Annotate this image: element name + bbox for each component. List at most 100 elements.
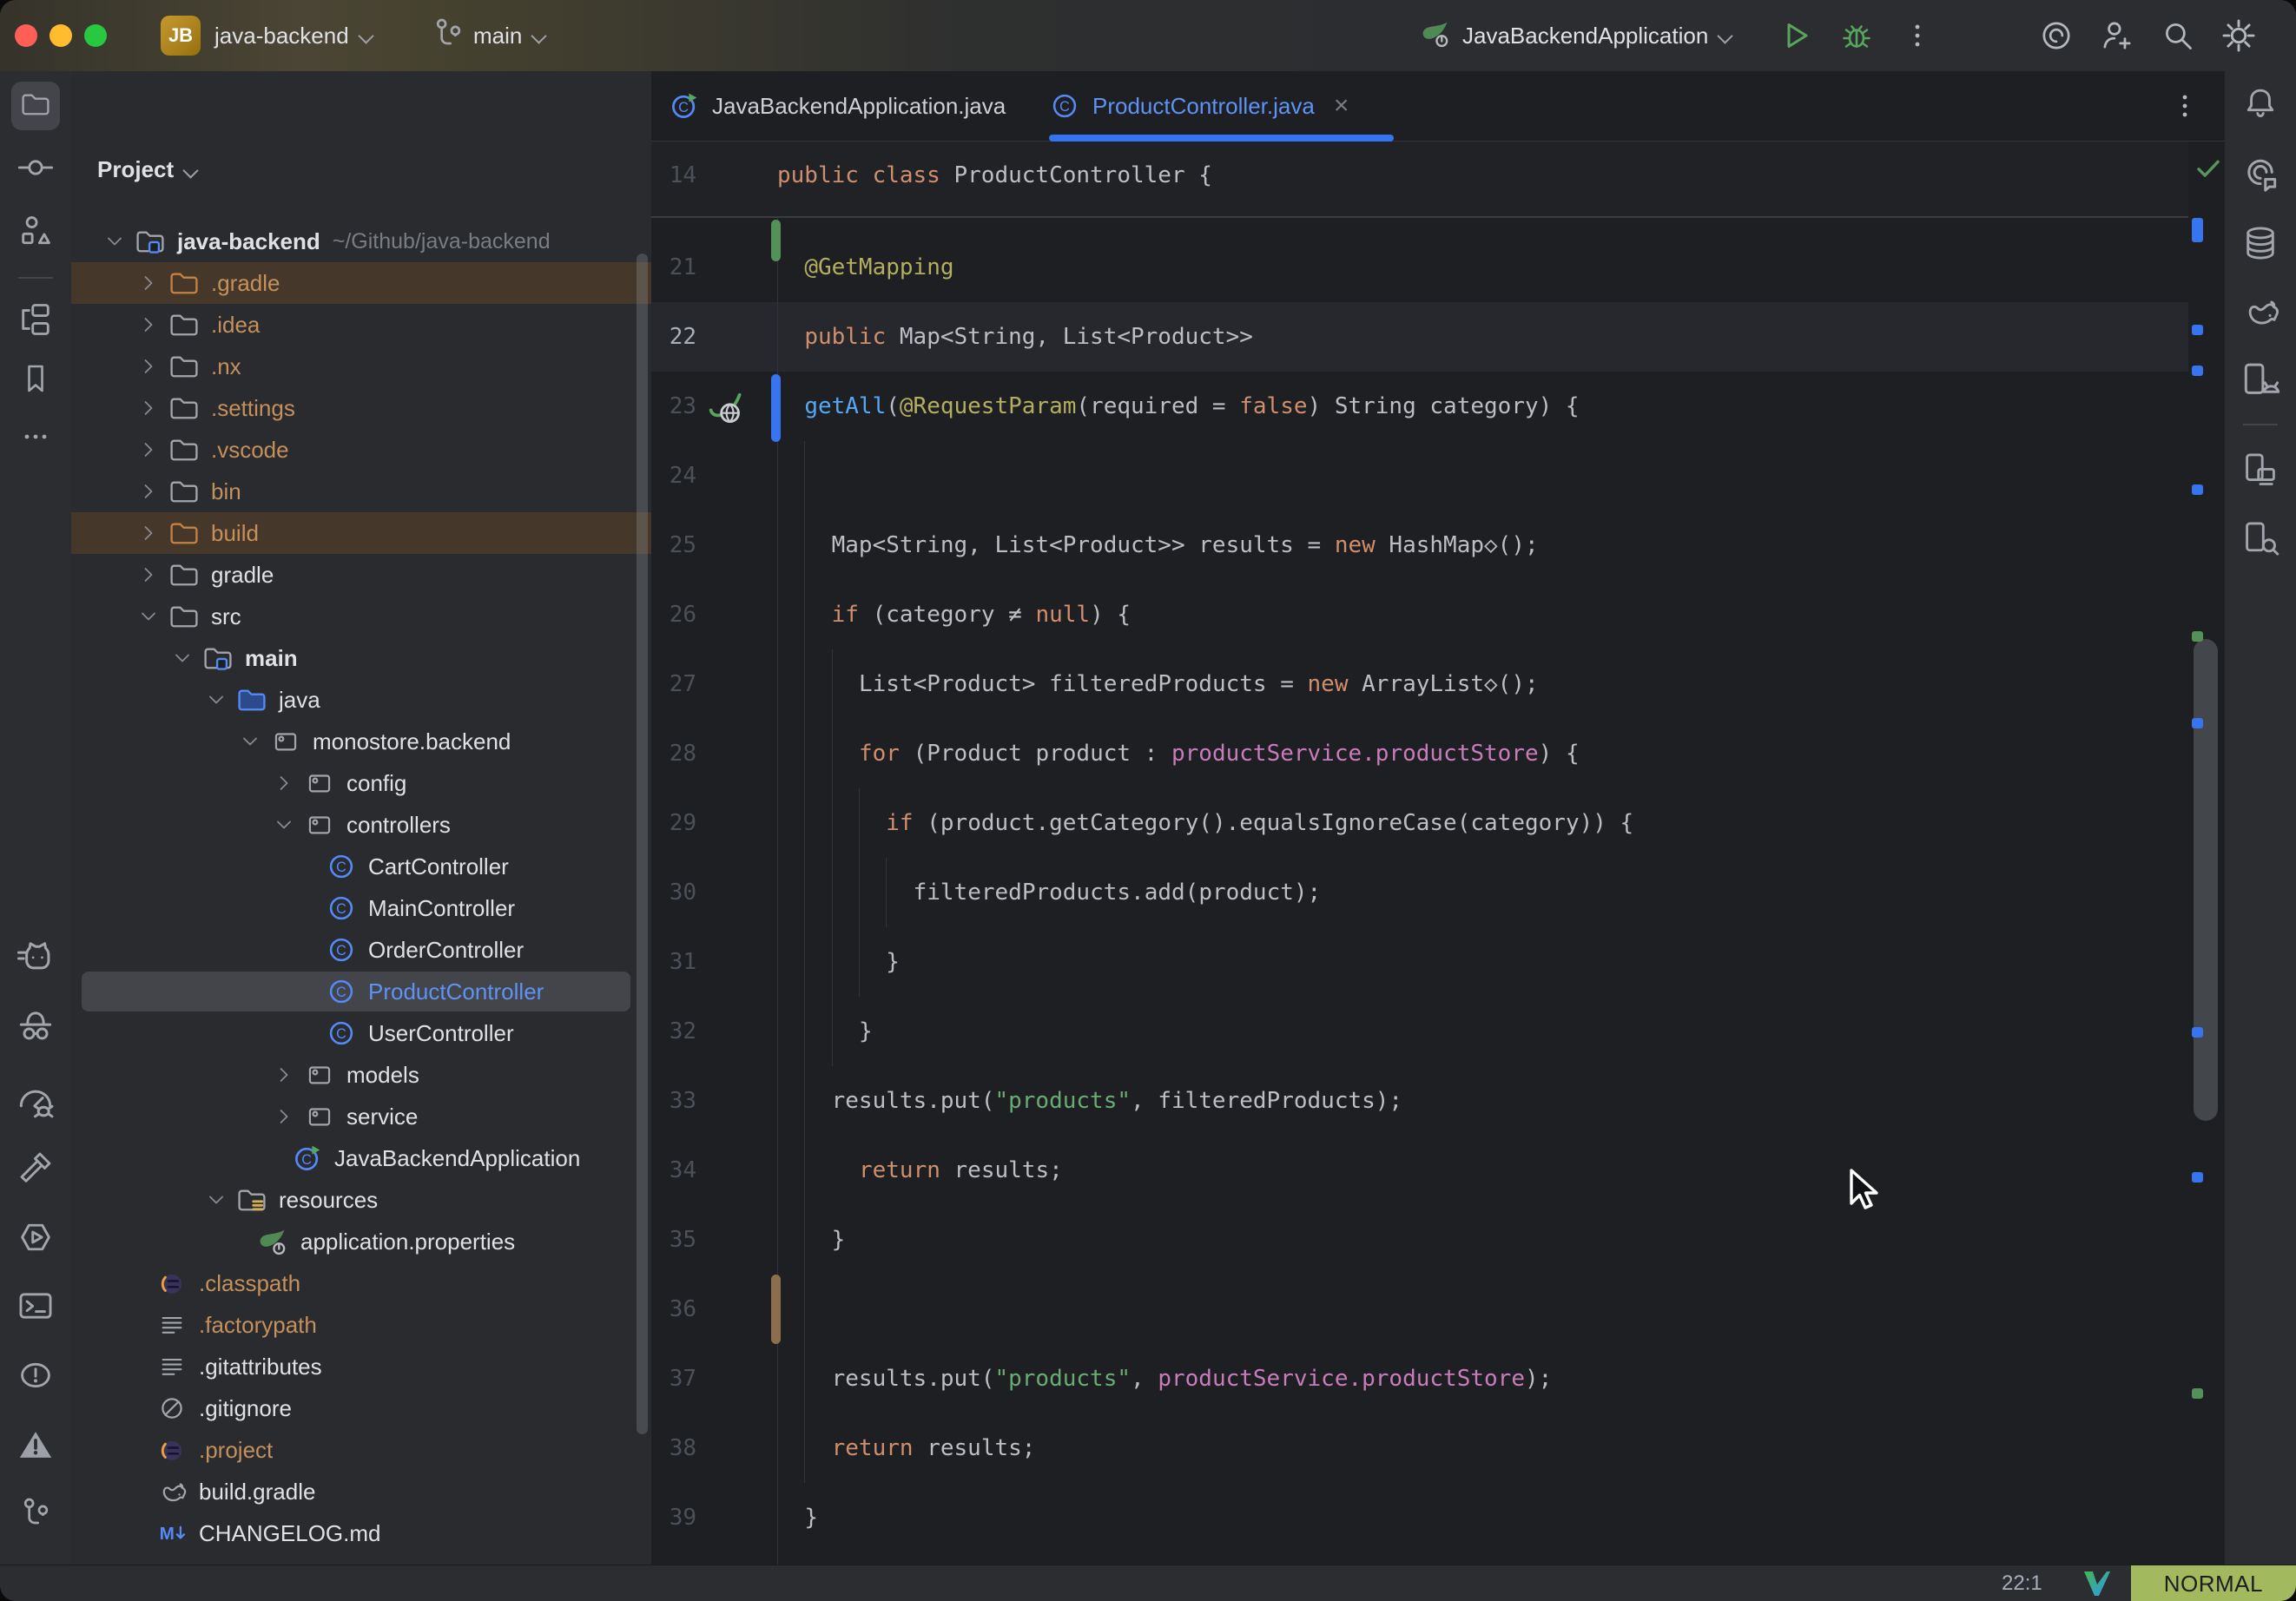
code-line-36[interactable]: 36 [651,1275,2188,1344]
chevron-right-icon[interactable] [129,393,168,423]
hierarchy-tool-button[interactable] [11,297,60,346]
tree-item-productcontroller[interactable]: CProductController [71,971,651,1012]
tree-item-java-backend[interactable]: java-backend~/Github/java-backend [71,221,651,262]
code-line-23[interactable]: 23getAll(@RequestParam(required = false)… [651,372,2188,441]
sticky-context-line[interactable]: 14public class ProductController { [651,142,2188,218]
vcs-change-added[interactable] [771,220,781,261]
tree-item--gitattributes[interactable]: .gitattributes [71,1346,651,1387]
code-with-me-button[interactable] [2098,16,2136,55]
tree-item-src[interactable]: src [71,596,651,637]
tree-item-monostore-backend[interactable]: monostore.backend [71,721,651,762]
project-tool-button[interactable] [11,82,60,130]
tree-item--project[interactable]: .project [71,1429,651,1471]
settings-button[interactable] [2220,16,2258,55]
ai-assistant-tool-button[interactable] [2236,150,2285,199]
code-line-37[interactable]: 37results.put("products", productService… [651,1344,2188,1413]
tree-item--vscode[interactable]: .vscode [71,429,651,471]
terminal-tool-button[interactable] [11,1283,60,1332]
tree-item-models[interactable]: models [71,1054,651,1096]
commit-tool-button[interactable] [11,145,60,194]
notifications-tool-button[interactable] [2236,81,2285,129]
caret-position-widget[interactable]: 22:1 [2002,1571,2042,1596]
structure-tool-button[interactable] [11,208,60,257]
version-control-tool-button[interactable] [11,1491,60,1539]
gradle-tool-button[interactable] [2236,289,2285,338]
tree-item-cartcontroller[interactable]: CCartController [71,846,651,887]
tree-item-gradlew[interactable]: gradlew [71,1554,651,1565]
tree-item-bin[interactable]: bin [71,471,651,512]
tree-item-build-gradle[interactable]: build.gradle [71,1471,651,1512]
tab-javabackendapplication-java[interactable]: CJavaBackendApplication.java [669,71,1025,141]
editor-body[interactable]: 14public class ProductController { 21@Ge… [651,142,2225,1565]
chevron-down-icon[interactable] [96,227,134,256]
inspections-ok-check-icon[interactable] [2194,154,2223,188]
more-tool-windows-tool-button[interactable] [11,414,60,463]
tree-item-java[interactable]: java [71,679,651,721]
tree-item-javabackendapplication[interactable]: CJavaBackendApplication [71,1137,651,1179]
project-panel-header[interactable]: Project [97,156,201,183]
code-line-24[interactable]: 24 [651,441,2188,511]
tree-item-maincontroller[interactable]: CMainController [71,887,651,929]
chevron-right-icon[interactable] [129,560,168,590]
vcs-change-whitespace-modified[interactable] [771,1275,781,1344]
tree-item-controllers[interactable]: controllers [71,804,651,846]
app-inspection-tool-button[interactable] [11,1005,60,1053]
code-line-22[interactable]: 22public Map<String, List<Product>> [651,302,2188,372]
tab-productcontroller-java[interactable]: CProductController.java× [1049,71,1394,141]
code-line-28[interactable]: 28for (Product product : productService.… [651,719,2188,788]
logcat-tool-button[interactable] [11,936,60,985]
build-tool-button[interactable] [11,1145,60,1194]
chevron-right-icon[interactable] [129,435,168,464]
code-line-38[interactable]: 38return results; [651,1413,2188,1483]
ai-assistant-button[interactable] [2037,16,2075,55]
chevron-down-icon[interactable] [197,1185,235,1215]
tree-item-service[interactable]: service [71,1096,651,1137]
tree-item--idea[interactable]: .idea [71,304,651,346]
running-devices-tool-button[interactable] [2236,358,2285,406]
minimize-window-button[interactable] [49,24,72,47]
tab-options-kebab-icon[interactable] [2166,87,2204,125]
tree-item--classpath[interactable]: .classpath [71,1262,651,1304]
run-button[interactable] [1777,16,1815,55]
chevron-down-icon[interactable] [129,602,168,631]
close-icon[interactable]: × [1334,93,1349,119]
chevron-right-icon[interactable] [129,352,168,381]
bookmarks-tool-button[interactable] [11,356,60,405]
code-line-27[interactable]: 27List<Product> filteredProducts = new A… [651,649,2188,719]
project-widget[interactable]: JB java-backend [161,0,377,71]
code-line-33[interactable]: 33results.put("products", filteredProduc… [651,1066,2188,1136]
code-line-39[interactable]: 39} [651,1483,2188,1552]
chevron-down-icon[interactable] [231,727,269,756]
debug-button[interactable] [1837,16,1876,55]
zoom-window-button[interactable] [84,24,107,47]
code-line-34[interactable]: 34return results; [651,1136,2188,1205]
ideavim-icon[interactable] [2082,1570,2112,1598]
tree-item-changelog-md[interactable]: MCHANGELOG.md [71,1512,651,1554]
chevron-right-icon[interactable] [129,268,168,298]
problems-tool-button[interactable] [11,1353,60,1401]
tree-item-main[interactable]: main [71,637,651,679]
tree-item-gradle[interactable]: gradle [71,554,651,596]
chevron-down-icon[interactable] [163,643,201,673]
tree-item-ordercontroller[interactable]: COrderController [71,929,651,971]
chevron-right-icon[interactable] [129,310,168,339]
code-line-30[interactable]: 30filteredProducts.add(product); [651,858,2188,927]
spring-request-mapping-icon[interactable] [705,387,743,425]
vcs-change-modified[interactable] [771,374,781,442]
tree-item--nx[interactable]: .nx [71,346,651,387]
tree-item--gitignore[interactable]: .gitignore [71,1387,651,1429]
vim-mode-badge[interactable]: NORMAL [2131,1565,2296,1601]
chevron-down-icon[interactable] [197,685,235,715]
chevron-down-icon[interactable] [265,810,303,840]
run-configuration-widget[interactable]: JavaBackendApplication [1421,0,1736,71]
code-line-26[interactable]: 26if (category ≠ null) { [651,580,2188,649]
device-explorer-tool-button[interactable] [2236,516,2285,564]
code-line-25[interactable]: 25Map<String, List<Product>> results = n… [651,511,2188,580]
editor-scrollbar-thumb[interactable] [2194,639,2218,1121]
tree-item-config[interactable]: config [71,762,651,804]
code-line-21[interactable]: 21@GetMapping [651,233,2188,302]
chevron-right-icon[interactable] [265,1102,303,1131]
database-tool-button[interactable] [2236,221,2285,269]
device-mirroring-tool-button[interactable] [2236,447,2285,496]
tree-item-build[interactable]: build [71,512,651,554]
